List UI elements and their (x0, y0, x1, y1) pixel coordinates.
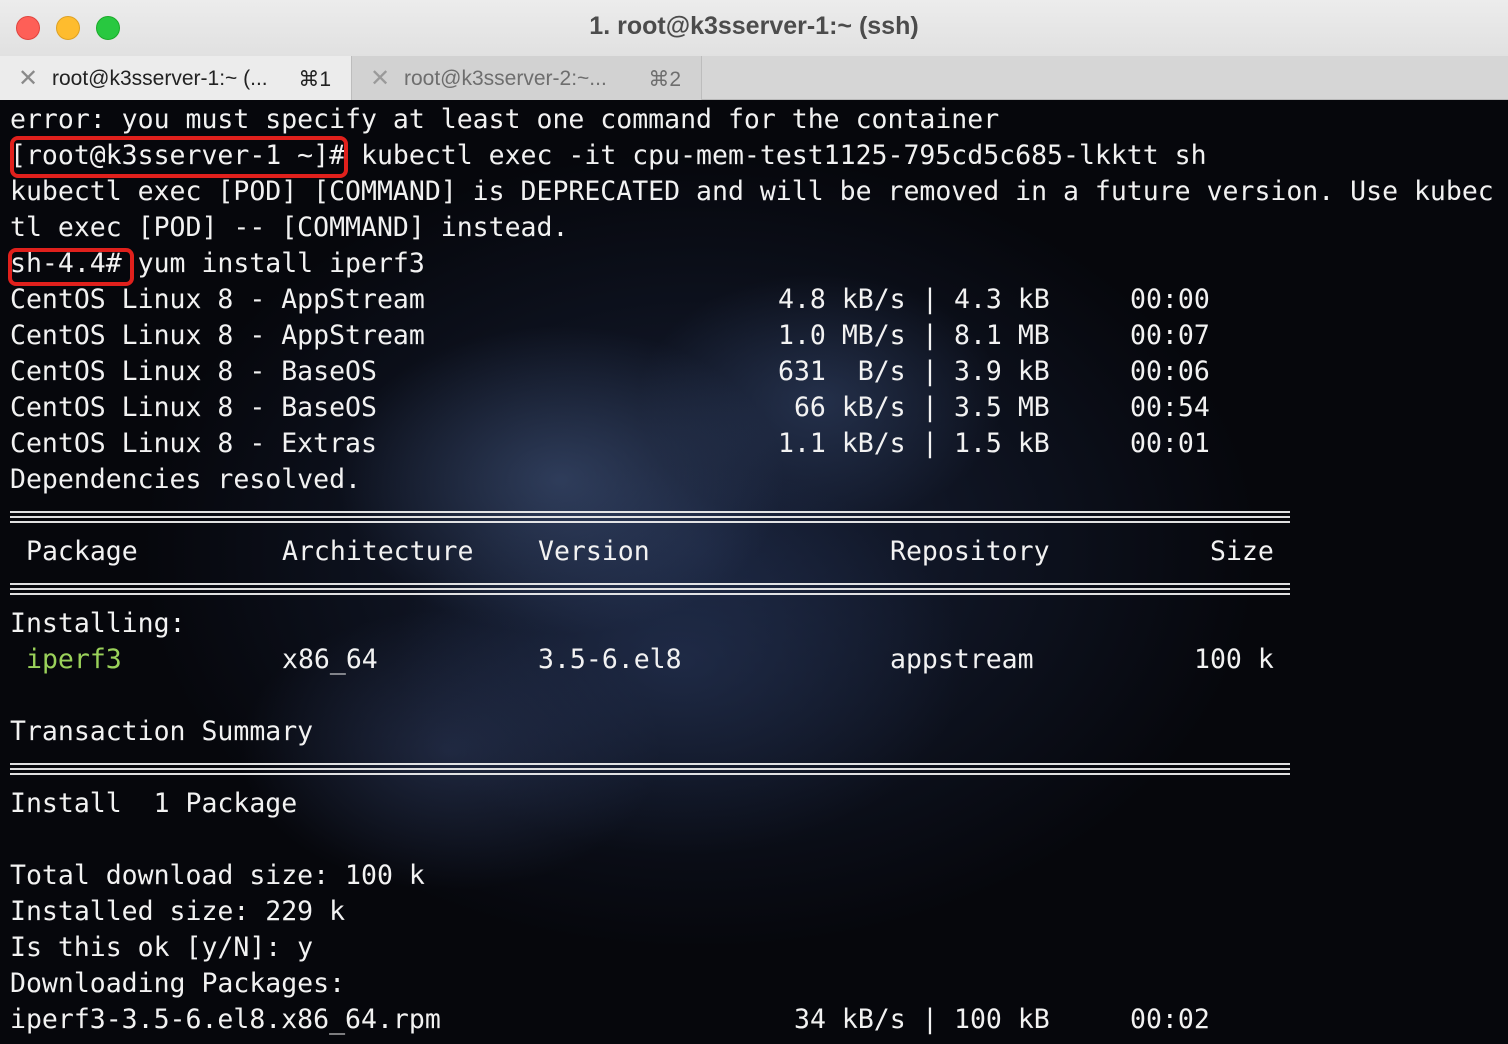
command-text: kubectl exec -it cpu-mem-test1125-795cd5… (345, 140, 1207, 171)
repo-size: 8.1 MB (954, 320, 1050, 351)
error-line: error: you must specify at least one com… (10, 104, 1000, 135)
repo-speed: 1.1 kB/s (778, 428, 906, 459)
transaction-summary: Transaction Summary (10, 716, 314, 747)
repo-name: CentOS Linux 8 - BaseOS (10, 392, 377, 423)
table-header-row: Package Architecture Version Repository … (10, 534, 1310, 570)
repo-name: CentOS Linux 8 - Extras (10, 428, 377, 459)
repo-speed: 631 B/s (778, 356, 906, 387)
package-name: iperf3 (26, 644, 122, 675)
terminal-window: 1. root@k3sserver-1:~ (ssh) ✕ root@k3sse… (0, 0, 1508, 1044)
deprecation-warning-2: tl exec [POD] -- [COMMAND] instead. (10, 212, 569, 243)
tab-label: root@k3sserver-1:~ (... (52, 67, 268, 90)
download-size: 100 kB (954, 1004, 1050, 1035)
repo-speed: 4.8 kB/s (778, 284, 906, 315)
tab-shortcut: ⌘2 (648, 68, 681, 91)
command-text: yum install iperf3 (121, 248, 425, 279)
header-size: Size (1210, 536, 1274, 567)
repo-row: CentOS Linux 8 - AppStream 4.8 kB/s | 4.… (10, 282, 1310, 318)
total-download-size: Total download size: 100 k (10, 860, 425, 891)
repo-row: CentOS Linux 8 - BaseOS 631 B/s | 3.9 kB… (10, 354, 1310, 390)
repo-sep: | (922, 428, 938, 459)
package-repository: appstream (890, 644, 1034, 675)
repo-time: 00:00 (1130, 284, 1210, 315)
repo-name: CentOS Linux 8 - AppStream (10, 284, 425, 315)
package-version: 3.5-6.el8 (538, 644, 682, 675)
header-architecture: Architecture (282, 536, 474, 567)
repo-row: CentOS Linux 8 - AppStream 1.0 MB/s | 8.… (10, 318, 1310, 354)
header-version: Version (538, 536, 650, 567)
tab-label: root@k3sserver-2:~... (404, 67, 607, 90)
tab-1[interactable]: ✕ root@k3sserver-1:~ (... ⌘1 (0, 56, 352, 100)
package-size: 100 k (1194, 644, 1274, 675)
download-file: iperf3-3.5-6.el8.x86_64.rpm (10, 1004, 441, 1035)
confirm-prompt: Is this ok [y/N]: y (10, 932, 314, 963)
installed-size: Installed size: 229 k (10, 896, 346, 927)
package-row: iperf3 x86_64 3.5-6.el8 appstream 100 k (10, 642, 1310, 678)
installing-label: Installing: (10, 608, 186, 639)
download-row: iperf3-3.5-6.el8.x86_64.rpm 34 kB/s | 10… (10, 1002, 1310, 1038)
tab-shortcut: ⌘1 (298, 68, 331, 91)
download-speed: 34 kB/s (794, 1004, 906, 1035)
separator-rule (10, 583, 1290, 597)
download-time: 00:02 (1130, 1004, 1210, 1035)
repo-sep: | (922, 284, 938, 315)
repo-row: CentOS Linux 8 - Extras 1.1 kB/s | 1.5 k… (10, 426, 1310, 462)
repo-size: 4.3 kB (954, 284, 1050, 315)
downloading-packages: Downloading Packages: (10, 968, 346, 999)
repo-size: 3.5 MB (954, 392, 1050, 423)
repo-time: 00:06 (1130, 356, 1210, 387)
repo-sep: | (922, 356, 938, 387)
install-count: Install 1 Package (10, 788, 298, 819)
tab-2[interactable]: ✕ root@k3sserver-2:~... ⌘2 (352, 56, 702, 100)
header-package: Package (26, 536, 138, 567)
repo-speed: 1.0 MB/s (778, 320, 906, 351)
header-repository: Repository (890, 536, 1050, 567)
dependencies-resolved: Dependencies resolved. (10, 464, 361, 495)
repo-name: CentOS Linux 8 - BaseOS (10, 356, 377, 387)
repo-size: 3.9 kB (954, 356, 1050, 387)
tab-bar: ✕ root@k3sserver-1:~ (... ⌘1 ✕ root@k3ss… (0, 56, 1508, 100)
terminal-output[interactable]: error: you must specify at least one com… (0, 100, 1508, 1044)
window-title: 1. root@k3sserver-1:~ (ssh) (589, 12, 919, 40)
close-tab-icon[interactable]: ✕ (18, 64, 38, 93)
separator-rule (10, 763, 1290, 777)
repo-time: 00:54 (1130, 392, 1210, 423)
deprecation-warning-1: kubectl exec [POD] [COMMAND] is DEPRECAT… (10, 176, 1494, 207)
prompt-highlight-box (8, 248, 134, 286)
prompt-highlight-box (10, 136, 348, 178)
repo-name: CentOS Linux 8 - AppStream (10, 320, 425, 351)
repo-time: 00:01 (1130, 428, 1210, 459)
download-sep: | (922, 1004, 938, 1035)
repo-sep: | (922, 320, 938, 351)
close-tab-icon[interactable]: ✕ (370, 64, 390, 93)
separator-rule (10, 511, 1290, 525)
repo-row: CentOS Linux 8 - BaseOS 66 kB/s | 3.5 MB… (10, 390, 1310, 426)
package-architecture: x86_64 (282, 644, 378, 675)
repo-size: 1.5 kB (954, 428, 1050, 459)
repo-sep: | (922, 392, 938, 423)
title-bar[interactable]: 1. root@k3sserver-1:~ (ssh) (0, 0, 1508, 56)
repo-time: 00:07 (1130, 320, 1210, 351)
repo-speed: 66 kB/s (778, 392, 906, 423)
